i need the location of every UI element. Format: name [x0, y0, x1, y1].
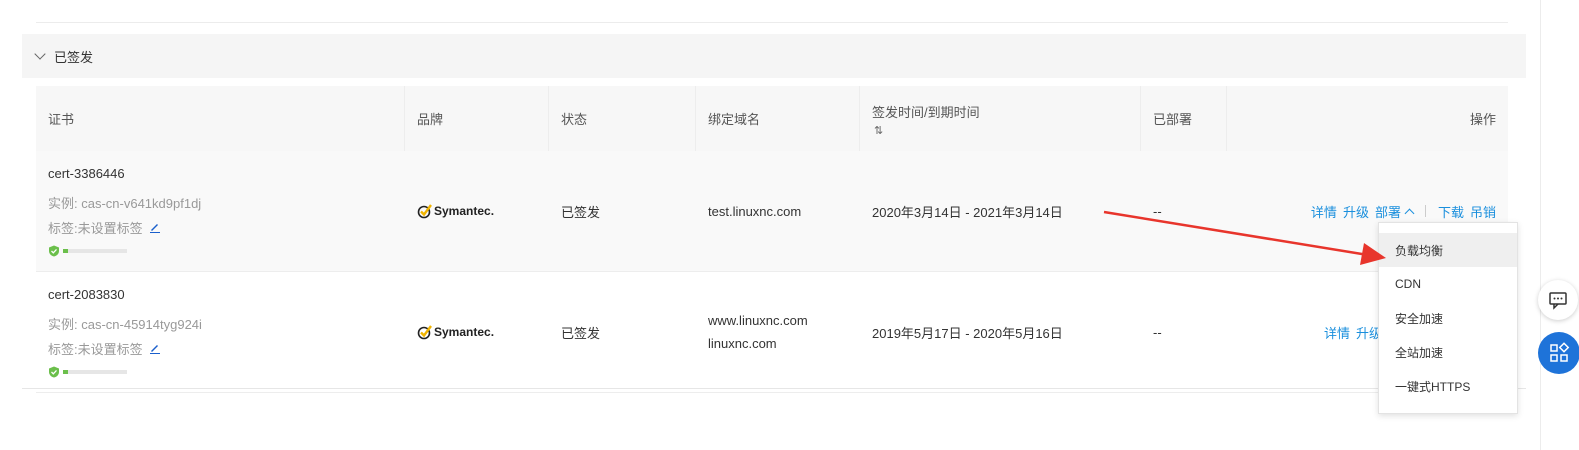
brand-cell: Symantec.: [405, 272, 549, 392]
status-cell: 已签发: [561, 325, 601, 341]
domain-name: linuxnc.com: [708, 336, 777, 351]
cert-cell: cert-2083830 实例: cas-cn-45914tyg924i 标签:…: [36, 272, 405, 392]
cert-id: cert-2083830: [48, 286, 125, 302]
table-header: 证书 品牌 状态 绑定域名 签发时间/到期时间 ⇅ 已部署 操作: [36, 86, 1508, 151]
detail-link[interactable]: 详情: [1324, 323, 1350, 342]
menu-item-full-site-acceleration[interactable]: 全站加速: [1379, 335, 1517, 369]
instance-id: 实例: cas-cn-v641kd9pf1dj: [48, 195, 202, 211]
sort-icon[interactable]: ⇅: [874, 124, 883, 137]
brand-name: Symantec.: [434, 325, 495, 339]
tag-line: 标签:未设置标签: [48, 339, 161, 358]
time-cell: 2019年5月17日 - 2020年5月16日: [872, 325, 1063, 341]
issued-section-header[interactable]: 已签发: [22, 34, 1526, 78]
symantec-check-icon: [417, 325, 432, 340]
security-progress: [48, 245, 127, 257]
certificate-table: 证书 品牌 状态 绑定域名 签发时间/到期时间 ⇅ 已部署 操作 cert-33…: [36, 86, 1508, 393]
brand-cell: Symantec.: [405, 151, 549, 271]
chevron-up-icon: [1404, 208, 1415, 218]
progress-fill: [63, 248, 69, 253]
domain-name: www.linuxnc.com: [708, 313, 808, 328]
chat-icon: [1549, 292, 1567, 310]
revoke-link[interactable]: 吊销: [1470, 202, 1496, 221]
brand-name: Symantec.: [434, 204, 495, 218]
deploy-dropdown-menu: 负载均衡 CDN 安全加速 全站加速 一键式HTTPS: [1378, 222, 1518, 414]
security-progress: [48, 366, 127, 378]
domain-name: test.linuxnc.com: [708, 203, 802, 219]
menu-item-cdn[interactable]: CDN: [1379, 267, 1517, 301]
bottom-divider: [22, 388, 1526, 389]
shield-icon: [49, 245, 59, 256]
header-deployed: 已部署: [1141, 86, 1227, 151]
deploy-label: 部署: [1374, 204, 1401, 220]
table-row: cert-2083830 实例: cas-cn-45914tyg924i 标签:…: [36, 272, 1508, 393]
table-row: cert-3386446 实例: cas-cn-v641kd9pf1dj 标签:…: [36, 151, 1508, 272]
header-time-label: 签发时间/到期时间: [872, 105, 980, 120]
shield-icon: [49, 366, 59, 377]
deployed-cell: --: [1153, 203, 1162, 219]
chat-button[interactable]: [1538, 280, 1578, 320]
instance-id: 实例: cas-cn-45914tyg924i: [48, 316, 202, 332]
menu-item-load-balancer[interactable]: 负载均衡: [1379, 233, 1517, 267]
apps-icon: [1550, 342, 1570, 362]
tag-label: 标签:未设置标签: [48, 341, 143, 357]
header-cert: 证书: [36, 86, 405, 151]
progress-bar: [63, 369, 127, 374]
menu-item-one-click-https[interactable]: 一键式HTTPS: [1379, 369, 1517, 403]
header-brand: 品牌: [405, 86, 549, 151]
deployed-cell: --: [1153, 324, 1162, 340]
tag-label: 标签:未设置标签: [48, 220, 143, 236]
brand-logo: Symantec.: [417, 324, 494, 340]
time-cell: 2020年3月14日 - 2021年3月14日: [872, 204, 1063, 220]
tag-line: 标签:未设置标签: [48, 218, 161, 237]
detail-link[interactable]: 详情: [1311, 202, 1337, 221]
menu-item-security-acceleration[interactable]: 安全加速: [1379, 301, 1517, 335]
pencil-icon[interactable]: [149, 221, 161, 233]
cert-cell: cert-3386446 实例: cas-cn-v641kd9pf1dj 标签:…: [36, 151, 405, 271]
symantec-check-icon: [417, 204, 432, 219]
header-ops: 操作: [1469, 112, 1496, 127]
deploy-link[interactable]: 部署: [1374, 202, 1415, 221]
domain-cell: test.linuxnc.com: [696, 151, 860, 271]
header-time[interactable]: 签发时间/到期时间 ⇅: [860, 86, 1141, 151]
apps-button[interactable]: [1538, 332, 1579, 374]
chevron-down-icon[interactable]: [34, 48, 46, 60]
section-title: 已签发: [54, 49, 94, 65]
pencil-icon[interactable]: [149, 342, 161, 354]
cert-id: cert-3386446: [48, 165, 125, 181]
progress-bar: [63, 248, 127, 253]
header-domain: 绑定域名: [696, 86, 860, 151]
progress-fill: [63, 369, 69, 374]
domain-cell: www.linuxnc.com linuxnc.com: [696, 272, 860, 392]
download-link[interactable]: 下载: [1438, 202, 1464, 221]
top-divider: [36, 22, 1508, 23]
ops-separator: [1424, 205, 1426, 217]
right-divider: [1540, 0, 1541, 450]
brand-logo: Symantec.: [417, 203, 494, 219]
header-status: 状态: [549, 86, 696, 151]
status-cell: 已签发: [561, 204, 601, 220]
upgrade-link[interactable]: 升级: [1343, 202, 1369, 221]
